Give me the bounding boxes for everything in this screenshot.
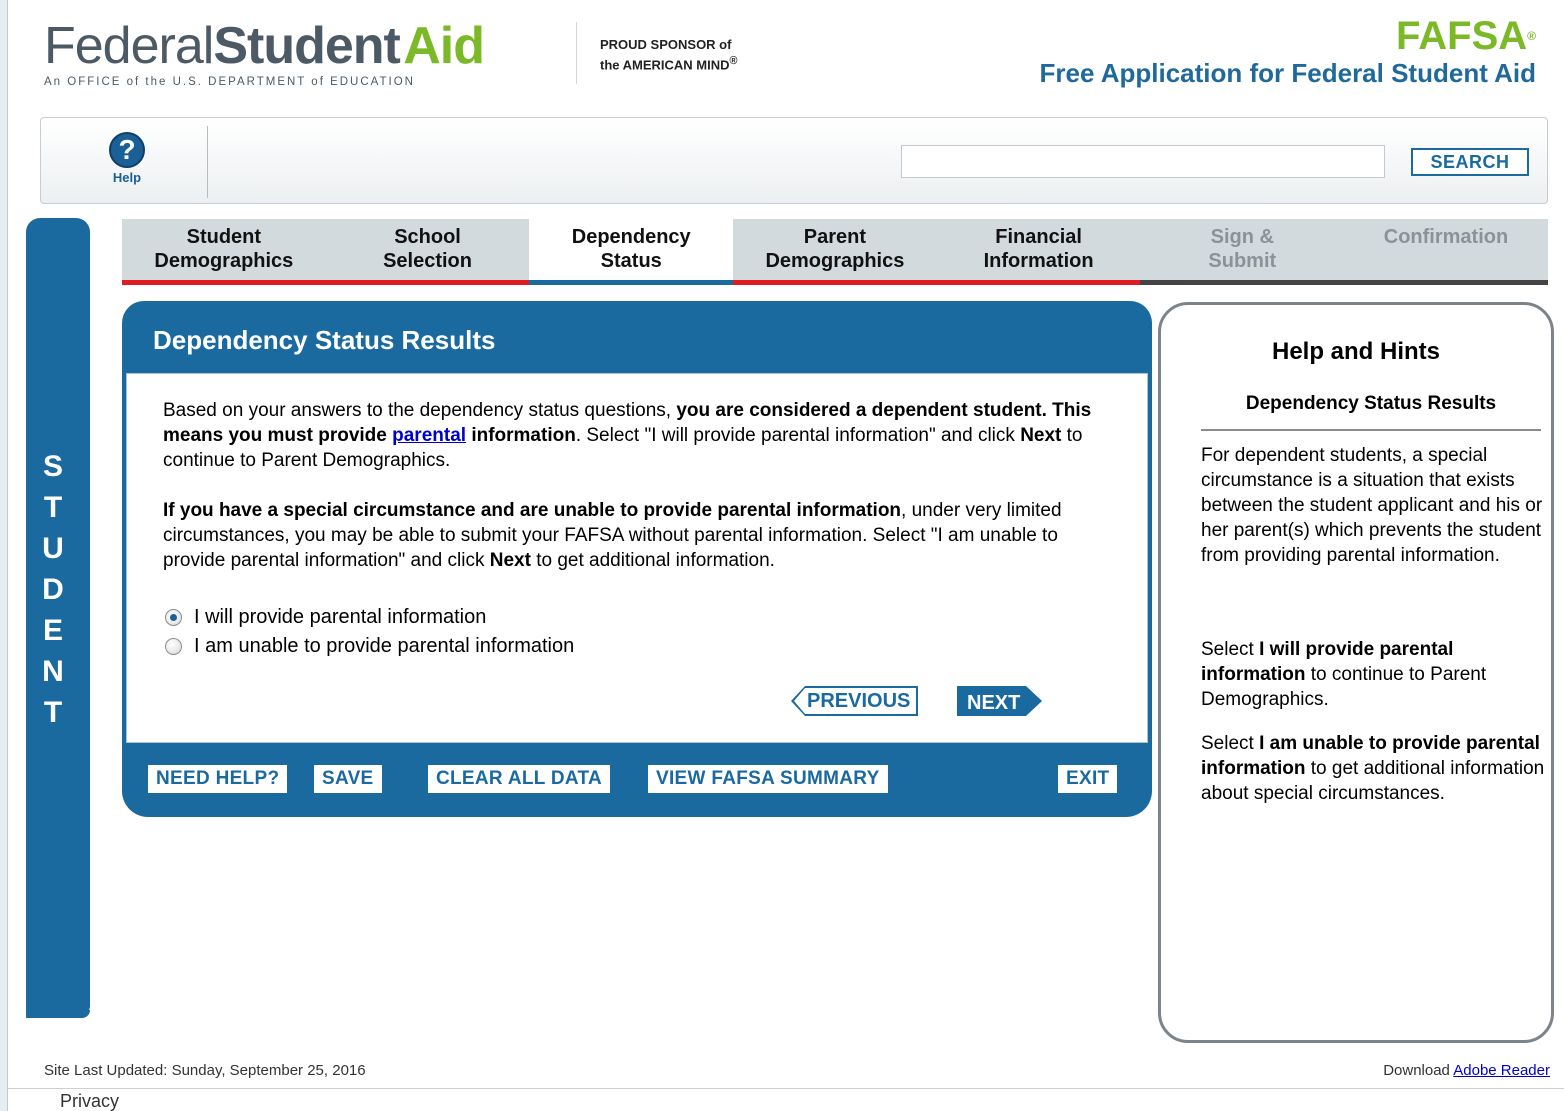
special-circumstance-paragraph: If you have a special circumstance and a… xyxy=(163,500,1062,571)
brand-title: FederalStudent Aid xyxy=(44,17,485,75)
header-divider xyxy=(576,22,577,84)
step-tab-label: Sign & xyxy=(1210,226,1274,248)
student-tab-letter: T xyxy=(43,491,63,524)
chevron-right-icon xyxy=(1026,686,1043,716)
fafsa-logo[interactable]: FAFSA® Free Application for Federal Stud… xyxy=(1040,16,1536,88)
fafsa-full-name: Free Application for Federal Student Aid xyxy=(1039,58,1536,88)
exit-button[interactable]: EXIT xyxy=(1058,765,1118,793)
need-help-button[interactable]: NEED HELP? xyxy=(148,765,288,793)
student-section-tab: STUDENT xyxy=(26,218,90,1018)
hints-divider xyxy=(1201,429,1541,431)
help-button[interactable]: ? Help xyxy=(97,132,157,185)
student-tab-letter: E xyxy=(42,614,63,647)
radio-unable-parental-info[interactable] xyxy=(165,637,182,655)
save-button[interactable]: SAVE xyxy=(314,765,382,793)
main-panel: Dependency Status Results Based on your … xyxy=(122,301,1152,817)
hints-title: Help and Hints xyxy=(1271,338,1440,365)
search-button[interactable]: SEARCH xyxy=(1411,148,1529,176)
brand-subtitle: An OFFICE of the U.S. DEPARTMENT of EDUC… xyxy=(44,76,415,88)
student-tab-letter: T xyxy=(43,696,63,729)
toolbar: ? Help SEARCH xyxy=(40,117,1548,204)
help-label: Help xyxy=(112,170,142,185)
step-tab[interactable]: Parent Demographics xyxy=(733,219,937,285)
privacy-link[interactable]: Privacy xyxy=(60,1091,119,1111)
help-and-hints-panel: Help and Hints Dependency Status Results… xyxy=(1158,302,1554,1043)
step-tab-label: Financial xyxy=(995,226,1082,248)
step-tab-label: Confirmation xyxy=(1383,226,1509,248)
footer-divider xyxy=(8,1088,1564,1089)
step-tab-label: Demographics xyxy=(154,250,294,272)
question-mark-icon: ? xyxy=(109,132,145,168)
student-tab-label: STUDENT xyxy=(26,446,80,733)
step-tab-label: Demographics xyxy=(765,250,905,272)
step-tab-label: Dependency xyxy=(571,226,691,248)
step-tab[interactable]: School Selection xyxy=(325,219,530,285)
hints-paragraph: Select I will provide parental informati… xyxy=(1201,639,1487,710)
radio-provide-parental-info[interactable] xyxy=(165,608,182,626)
site-last-updated: Site Last Updated: Sunday, September 25,… xyxy=(44,1062,366,1079)
step-tab[interactable]: Student Demographics xyxy=(122,219,326,285)
toolbar-divider xyxy=(207,126,208,198)
step-tab-label: Information xyxy=(983,250,1094,272)
step-tab-label: Parent xyxy=(803,226,867,248)
step-tab-label: Selection xyxy=(383,250,472,272)
adobe-reader-link[interactable]: Adobe Reader xyxy=(1453,1062,1550,1079)
step-tab: Confirmation xyxy=(1344,219,1548,285)
step-tab: Sign & Submit xyxy=(1140,219,1345,285)
previous-button[interactable]: PREVIOUS xyxy=(791,686,919,716)
federal-student-aid-logo[interactable]: FederalStudent Aid An OFFICE of the U.S.… xyxy=(44,17,485,88)
sponsor-tagline: PROUD SPONSOR of the AMERICAN MIND® xyxy=(600,37,738,73)
hints-paragraph: For dependent students, a special circum… xyxy=(1201,445,1543,566)
progress-steps: Student Demographics School Selection Depend… xyxy=(122,219,1548,285)
chevron-left-icon xyxy=(791,686,805,716)
student-tab-letter: D xyxy=(42,573,64,606)
step-tab-label: Status xyxy=(600,250,662,272)
option-provide-parental-info[interactable]: I will provide parental information xyxy=(165,605,486,629)
student-tab-letter: U xyxy=(42,532,64,565)
hints-paragraph: Select I am unable to provide parental i… xyxy=(1201,733,1545,804)
view-fafsa-summary-button[interactable]: VIEW FAFSA SUMMARY xyxy=(648,765,888,793)
parental-link[interactable]: parental xyxy=(392,425,466,446)
result-paragraph: Based on your answers to the dependency … xyxy=(163,400,1092,471)
step-tab-label: Submit xyxy=(1208,250,1277,272)
download-adobe-reader: Download Adobe Reader xyxy=(1383,1062,1550,1079)
student-tab-letter: S xyxy=(42,450,63,483)
step-tab-label: School xyxy=(394,226,461,248)
step-tab[interactable]: Dependency Status xyxy=(529,219,734,285)
step-tab[interactable]: Financial Information xyxy=(936,219,1141,285)
page-title: Dependency Status Results xyxy=(153,325,496,355)
step-tab-label: Student xyxy=(186,226,262,248)
clear-all-data-button[interactable]: CLEAR ALL DATA xyxy=(428,765,611,793)
search-input[interactable] xyxy=(901,145,1385,178)
student-tab-letter: N xyxy=(42,655,64,688)
option-unable-parental-info[interactable]: I am unable to provide parental informat… xyxy=(165,634,574,658)
hints-subtitle: Dependency Status Results xyxy=(1245,393,1497,414)
window-left-edge xyxy=(0,0,8,1111)
main-content: Based on your answers to the dependency … xyxy=(126,373,1148,743)
fafsa-logo-text: FAFSA xyxy=(1396,14,1528,58)
next-button[interactable]: NEXT xyxy=(957,686,1043,716)
